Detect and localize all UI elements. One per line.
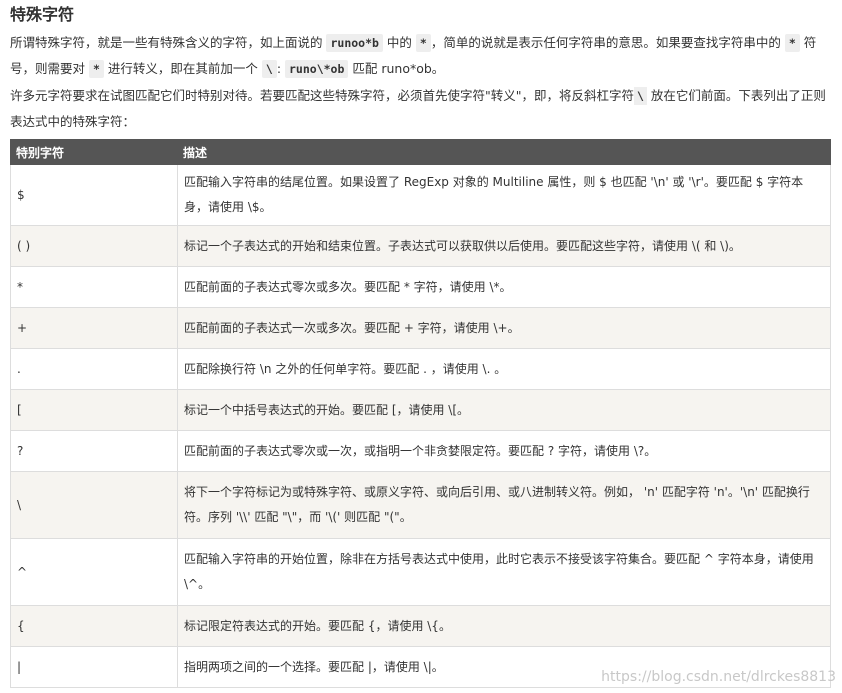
desc-cell: 匹配前面的子表达式零次或一次，或指明一个非贪婪限定符。要匹配 ? 字符，请使用 … [177, 430, 831, 472]
table-row: ( ) 标记一个子表达式的开始和结束位置。子表达式可以获取供以后使用。要匹配这些… [10, 225, 831, 267]
intro-text: 所谓特殊字符，就是一些有特殊含义的字符，如上面说的 [10, 35, 327, 50]
intro-text: 进行转义，即在其前加一个 [103, 61, 262, 76]
desc-cell: 匹配输入字符串的结尾位置。如果设置了 RegExp 对象的 Multiline … [177, 164, 831, 226]
inline-code: \ [261, 60, 277, 78]
char-cell: $ [10, 164, 178, 226]
table-row: [ 标记一个中括号表达式的开始。要匹配 [，请使用 \[。 [10, 389, 831, 431]
char-cell: | [10, 646, 178, 688]
table-row: ? 匹配前面的子表达式零次或一次，或指明一个非贪婪限定符。要匹配 ? 字符，请使… [10, 430, 831, 472]
desc-cell: 匹配除换行符 \n 之外的任何单字符。要匹配 . ，请使用 \. 。 [177, 348, 831, 390]
inline-code: * [415, 34, 431, 52]
section-heading: 特殊字符 [10, 5, 75, 24]
intro-text: : [276, 61, 285, 76]
table-row: { 标记限定符表达式的开始。要匹配 {，请使用 \{。 [10, 605, 831, 647]
escape-text: 许多元字符要求在试图匹配它们时特别对待。若要匹配这些特殊字符，必须首先使字符"转… [10, 88, 635, 103]
intro-paragraph: 所谓特殊字符，就是一些有特殊含义的字符，如上面说的 runoo*b 中的 * ，简… [10, 30, 832, 82]
table-row: ^ 匹配输入字符串的开始位置，除非在方括号表达式中使用，此时它表示不接受该字符集… [10, 538, 831, 606]
table-row: . 匹配除换行符 \n 之外的任何单字符。要匹配 . ，请使用 \. 。 [10, 348, 831, 390]
desc-cell: 匹配前面的子表达式一次或多次。要匹配 + 字符，请使用 \+。 [177, 307, 831, 349]
intro-text: ，简单的说就是表示任何字符串的意思。如果要查找字符串中的 [430, 35, 785, 50]
table-row: + 匹配前面的子表达式一次或多次。要匹配 + 字符，请使用 \+。 [10, 307, 831, 349]
inline-code: * [88, 60, 104, 78]
char-cell: * [10, 266, 178, 308]
column-header-desc: 描述 [177, 139, 831, 165]
char-cell: \ [10, 471, 178, 539]
table-row: $ 匹配输入字符串的结尾位置。如果设置了 RegExp 对象的 Multilin… [10, 164, 831, 226]
inline-code: * [784, 34, 800, 52]
inline-code: runo\*ob [285, 60, 349, 78]
table-row: * 匹配前面的子表达式零次或多次。要匹配 * 字符，请使用 \*。 [10, 266, 831, 308]
desc-cell: 匹配输入字符串的开始位置，除非在方括号表达式中使用，此时它表示不接受该字符集合。… [177, 538, 831, 606]
special-chars-table: 特别字符 描述 $ 匹配输入字符串的结尾位置。如果设置了 RegExp 对象的 … [10, 139, 831, 688]
table-header-row: 特别字符 描述 [10, 139, 831, 165]
article-page: 特殊字符 所谓特殊字符，就是一些有特殊含义的字符，如上面说的 runoo*b 中… [0, 0, 842, 693]
intro-text: 中的 [382, 35, 416, 50]
desc-cell: 匹配前面的子表达式零次或多次。要匹配 * 字符，请使用 \*。 [177, 266, 831, 308]
char-cell: . [10, 348, 178, 390]
char-cell: ( ) [10, 225, 178, 267]
char-cell: ? [10, 430, 178, 472]
char-cell: ^ [10, 538, 178, 606]
inline-code: runoo*b [326, 34, 383, 52]
table-row: \ 将下一个字符标记为或特殊字符、或原义字符、或向后引用、或八进制转义符。例如，… [10, 471, 831, 539]
desc-cell: 标记一个子表达式的开始和结束位置。子表达式可以获取供以后使用。要匹配这些字符，请… [177, 225, 831, 267]
intro-text: 匹配 runo*ob。 [348, 61, 445, 76]
column-header-char: 特别字符 [10, 139, 178, 165]
desc-cell: 将下一个字符标记为或特殊字符、或原义字符、或向后引用、或八进制转义符。例如， '… [177, 471, 831, 539]
desc-cell: 标记限定符表达式的开始。要匹配 {，请使用 \{。 [177, 605, 831, 647]
char-cell: + [10, 307, 178, 349]
char-cell: { [10, 605, 178, 647]
watermark-text: https://blog.csdn.net/dlrckes8813 [601, 669, 836, 685]
desc-cell: 标记一个中括号表达式的开始。要匹配 [，请使用 \[。 [177, 389, 831, 431]
inline-code: \ [634, 87, 647, 105]
escape-paragraph: 许多元字符要求在试图匹配它们时特别对待。若要匹配这些特殊字符，必须首先使字符"转… [10, 83, 832, 134]
char-cell: [ [10, 389, 178, 431]
